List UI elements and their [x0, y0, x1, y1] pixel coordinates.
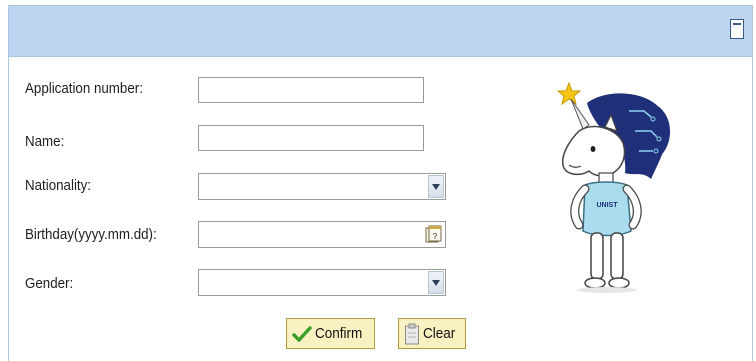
birthday-input[interactable] [199, 222, 419, 247]
birthday-label: Birthday(yyyy.mm.dd): [25, 227, 157, 243]
clear-button[interactable]: Clear [398, 318, 466, 349]
confirm-button-label: Confirm [315, 325, 363, 342]
name-field[interactable] [198, 125, 424, 151]
panel-header [9, 6, 752, 57]
application-number-label: Application number: [25, 81, 143, 97]
gender-select[interactable] [198, 269, 446, 296]
name-label: Name: [25, 134, 65, 150]
gender-label: Gender: [25, 276, 74, 292]
calendar-icon[interactable]: ? [425, 225, 442, 244]
clear-button-label: Clear [423, 325, 456, 342]
unicorn-mascot-image: UNIST [556, 81, 670, 293]
chevron-down-icon [432, 184, 440, 190]
clipboard-icon [405, 323, 419, 344]
chevron-down-icon [432, 280, 440, 286]
form-panel: Application number: Name: Nationality: B… [8, 5, 753, 361]
nationality-label: Nationality: [25, 178, 91, 194]
minimize-icon [733, 23, 741, 25]
gender-dropdown-button[interactable] [428, 271, 444, 294]
application-number-field[interactable] [198, 77, 424, 103]
collapse-button[interactable] [730, 19, 744, 39]
nationality-dropdown-button[interactable] [428, 175, 444, 198]
nationality-select[interactable] [198, 173, 446, 200]
mascot-shirt-text: UNIST [597, 202, 619, 209]
birthday-date-field[interactable]: ? [198, 221, 446, 248]
confirm-button[interactable]: Confirm [286, 318, 375, 349]
checkmark-icon [292, 325, 312, 342]
svg-text:?: ? [433, 232, 438, 241]
